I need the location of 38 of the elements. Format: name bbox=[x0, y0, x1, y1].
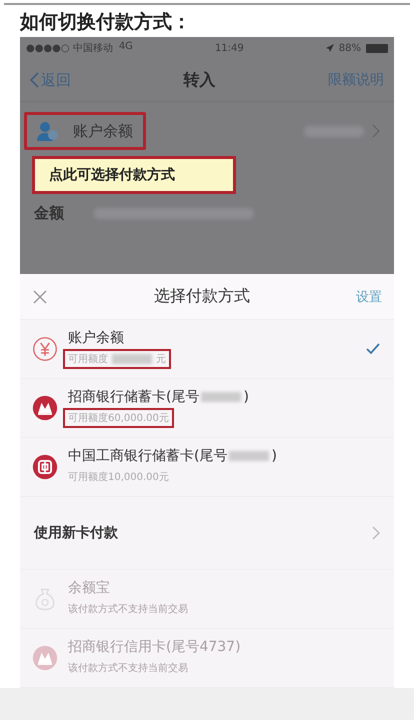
article-heading: 如何切换付款方式： bbox=[18, 10, 192, 33]
location-icon bbox=[326, 44, 334, 52]
back-button[interactable]: 返回 bbox=[30, 70, 71, 90]
option-name: 中国工商银行储蓄卡(尾号 ) bbox=[68, 447, 277, 465]
option-name: 余额宝 bbox=[68, 579, 110, 597]
option-detail: 该付款方式不支持当前交易 bbox=[67, 662, 189, 676]
payment-option[interactable]: 招商银行储蓄卡(尾号 ) 可用额度60,000.00元 bbox=[20, 379, 394, 438]
sheet-title: 选择付款方式 bbox=[154, 286, 250, 307]
chevron-right-icon bbox=[372, 124, 380, 138]
limit-info-link[interactable]: 限额说明 bbox=[328, 71, 384, 89]
settings-link[interactable]: 设置 bbox=[356, 288, 382, 306]
network-label: 4G bbox=[118, 41, 133, 54]
option-name: 招商银行信用卡(尾号4737) bbox=[68, 638, 241, 656]
tooltip-callout: 点此可选择付款方式 bbox=[32, 156, 236, 194]
back-chevron-icon bbox=[30, 72, 39, 88]
chevron-right-icon bbox=[372, 526, 380, 540]
yen-coin-icon bbox=[32, 336, 58, 362]
option-name: 账户余额 bbox=[68, 329, 124, 347]
option-detail: 可用额度 元 bbox=[63, 349, 171, 369]
carrier-label: ●●●●○ 中国移动 bbox=[26, 42, 113, 55]
option-name: 招商银行储蓄卡(尾号 ) bbox=[68, 388, 249, 406]
payment-option[interactable]: 中国工商银行储蓄卡(尾号 ) 可用额度10,000.00元 bbox=[20, 438, 394, 497]
account-selector[interactable]: 账户余额 bbox=[24, 112, 146, 150]
clock: 11:49 bbox=[214, 42, 244, 54]
payment-option[interactable]: 账户余额 可用额度 元 bbox=[20, 320, 394, 379]
option-detail: 可用额度60,000.00元 bbox=[63, 408, 174, 428]
option-detail: 该付款方式不支持当前交易 bbox=[67, 602, 189, 617]
new-card-option[interactable]: 使用新卡付款 bbox=[20, 497, 394, 570]
battery-icon bbox=[366, 44, 388, 52]
battery-percent: 88% bbox=[338, 42, 361, 54]
close-button[interactable] bbox=[32, 288, 48, 304]
bank-logo-icon bbox=[32, 645, 58, 671]
bank-logo-icon bbox=[32, 395, 58, 421]
bank-logo-icon bbox=[32, 454, 58, 480]
person-icon bbox=[37, 121, 59, 141]
option-detail: 可用额度10,000.00元 bbox=[67, 470, 170, 485]
nav-title: 转入 bbox=[184, 70, 216, 90]
amount-label: 金额 bbox=[34, 204, 64, 223]
